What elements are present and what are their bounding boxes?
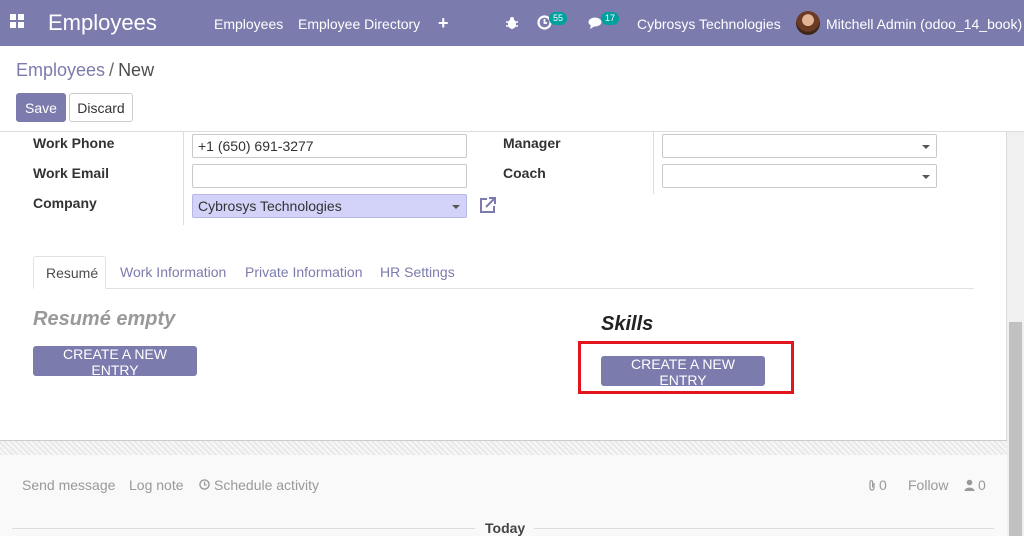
chevron-down-icon	[922, 145, 930, 149]
log-note-button[interactable]: Log note	[129, 477, 184, 493]
manager-select[interactable]	[662, 134, 937, 158]
chevron-down-icon	[452, 205, 460, 209]
chevron-down-icon	[922, 175, 930, 179]
chatter: Send message Log note Schedule activity …	[0, 455, 1007, 536]
schedule-activity-button[interactable]: Schedule activity	[214, 477, 319, 493]
highlight-box	[578, 341, 794, 394]
breadcrumb-separator: /	[109, 60, 115, 80]
tab-private-information[interactable]: Private Information	[233, 256, 375, 289]
tab-hr-settings[interactable]: HR Settings	[368, 256, 467, 289]
app-title[interactable]: Employees	[48, 10, 157, 36]
user-avatar[interactable]	[796, 11, 820, 35]
activity-count-badge: 55	[549, 12, 568, 25]
menu-employee-directory[interactable]: Employee Directory	[298, 16, 420, 32]
control-panel: Employees / New Save Discard	[0, 46, 1024, 132]
clock-icon	[199, 479, 210, 490]
work-email-input[interactable]	[192, 164, 467, 188]
notebook-tabs: Resumé Work Information Private Informat…	[33, 256, 974, 289]
user-menu[interactable]: Mitchell Admin (odoo_14_book)	[826, 16, 1022, 32]
top-navbar: Employees Employees Employee Directory +…	[0, 0, 1024, 46]
work-phone-label: Work Phone	[33, 135, 115, 151]
resume-empty-title: Resumé empty	[33, 308, 176, 330]
coach-select[interactable]	[662, 164, 937, 188]
skills-title: Skills	[601, 313, 654, 335]
discard-button[interactable]: Discard	[69, 93, 133, 122]
breadcrumb-employees-link[interactable]: Employees	[16, 60, 105, 80]
field-divider	[653, 132, 654, 194]
today-divider-left	[12, 528, 475, 529]
manager-label: Manager	[503, 135, 561, 151]
breadcrumb: Employees / New	[16, 60, 154, 81]
scrollbar-thumb[interactable]	[1009, 322, 1022, 536]
save-button[interactable]: Save	[16, 93, 66, 122]
menu-employees[interactable]: Employees	[214, 16, 283, 32]
attachment-count[interactable]: 0	[879, 477, 887, 493]
company-value: Cybrosys Technologies	[198, 198, 342, 214]
bug-icon[interactable]	[505, 16, 519, 30]
resume-create-entry-button[interactable]: CREATE A NEW ENTRY	[33, 346, 197, 378]
page-scrollbar[interactable]	[1007, 132, 1024, 536]
chatter-separator	[0, 441, 1007, 455]
paperclip-icon[interactable]	[867, 479, 877, 491]
company-switcher[interactable]: Cybrosys Technologies	[637, 16, 781, 32]
field-divider	[183, 132, 184, 225]
work-phone-input[interactable]: +1 (650) 691-3277	[192, 134, 467, 158]
send-message-button[interactable]: Send message	[22, 477, 115, 493]
coach-label: Coach	[503, 165, 546, 181]
apps-menu-icon[interactable]	[10, 14, 24, 28]
breadcrumb-current: New	[118, 60, 155, 80]
work-email-label: Work Email	[33, 165, 109, 181]
today-separator: Today	[485, 520, 526, 536]
user-icon[interactable]	[964, 479, 975, 491]
plus-icon[interactable]: +	[438, 13, 449, 34]
follower-count: 0	[978, 477, 986, 493]
tab-work-information[interactable]: Work Information	[108, 256, 238, 289]
message-count-badge: 17	[601, 12, 620, 25]
form-sheet: Work Phone Work Email Company +1 (650) 6…	[0, 132, 1007, 441]
tab-resume[interactable]: Resumé	[33, 256, 106, 289]
company-label: Company	[33, 195, 97, 211]
company-select[interactable]: Cybrosys Technologies	[192, 194, 467, 218]
external-link-icon[interactable]	[478, 195, 498, 215]
today-divider-right	[534, 528, 994, 529]
follow-button[interactable]: Follow	[908, 477, 948, 493]
